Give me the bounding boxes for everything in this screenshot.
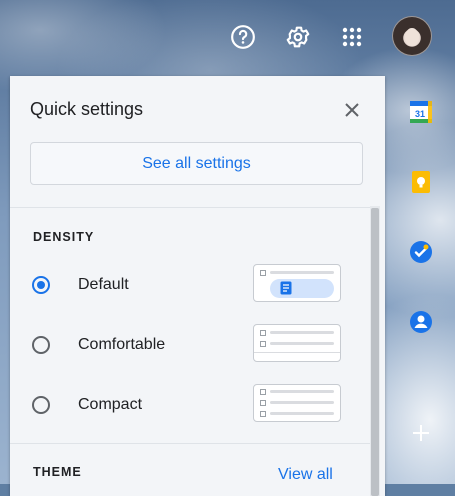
keep-icon[interactable] xyxy=(408,169,434,195)
preview-attachment-chip xyxy=(270,279,334,298)
density-preview-default[interactable] xyxy=(253,264,341,302)
preview-line xyxy=(270,331,334,334)
preview-line xyxy=(270,401,334,404)
see-all-settings-button[interactable]: See all settings xyxy=(30,142,363,185)
density-option-compact[interactable]: Compact xyxy=(32,390,142,420)
density-option-default[interactable]: Default xyxy=(32,270,129,300)
radio-default[interactable] xyxy=(32,276,50,294)
add-icon[interactable] xyxy=(408,420,434,446)
preview-checkbox xyxy=(260,411,266,417)
density-option-comfortable[interactable]: Comfortable xyxy=(32,330,165,360)
close-icon[interactable] xyxy=(340,98,364,122)
quick-settings-title: Quick settings xyxy=(30,99,144,119)
preview-checkbox xyxy=(260,330,266,336)
preview-divider xyxy=(254,352,340,353)
avatar-face xyxy=(405,28,419,46)
preview-line xyxy=(270,271,334,274)
density-section-label: DENSITY xyxy=(33,230,95,244)
calendar-icon[interactable]: 31 xyxy=(408,99,434,125)
density-option-label: Compact xyxy=(78,396,143,413)
tasks-icon[interactable] xyxy=(408,239,434,265)
radio-compact[interactable] xyxy=(32,396,50,414)
preview-line xyxy=(270,390,334,393)
preview-line xyxy=(270,342,334,345)
view-all-themes-link[interactable]: View all xyxy=(278,466,333,484)
quick-settings-panel: Quick settings See all settings DENSITY … xyxy=(10,76,385,496)
account-avatar[interactable] xyxy=(392,16,432,56)
radio-comfortable[interactable] xyxy=(32,336,50,354)
scrollbar-thumb[interactable] xyxy=(371,208,379,496)
contacts-icon[interactable] xyxy=(408,309,434,335)
preview-checkbox xyxy=(260,341,266,347)
density-preview-comfortable[interactable] xyxy=(253,324,341,362)
preview-line xyxy=(270,412,334,415)
help-icon[interactable] xyxy=(226,20,260,54)
preview-checkbox xyxy=(260,400,266,406)
calendar-date-text: 31 xyxy=(415,109,425,119)
theme-section-label: THEME xyxy=(33,465,82,479)
apps-grid-icon[interactable] xyxy=(335,20,369,54)
density-preview-compact[interactable] xyxy=(253,384,341,422)
divider xyxy=(10,207,370,208)
preview-checkbox xyxy=(260,270,266,276)
density-option-label: Comfortable xyxy=(78,336,166,353)
gear-icon[interactable] xyxy=(281,20,315,54)
density-option-label: Default xyxy=(78,276,129,293)
preview-checkbox xyxy=(260,389,266,395)
divider xyxy=(10,443,370,444)
